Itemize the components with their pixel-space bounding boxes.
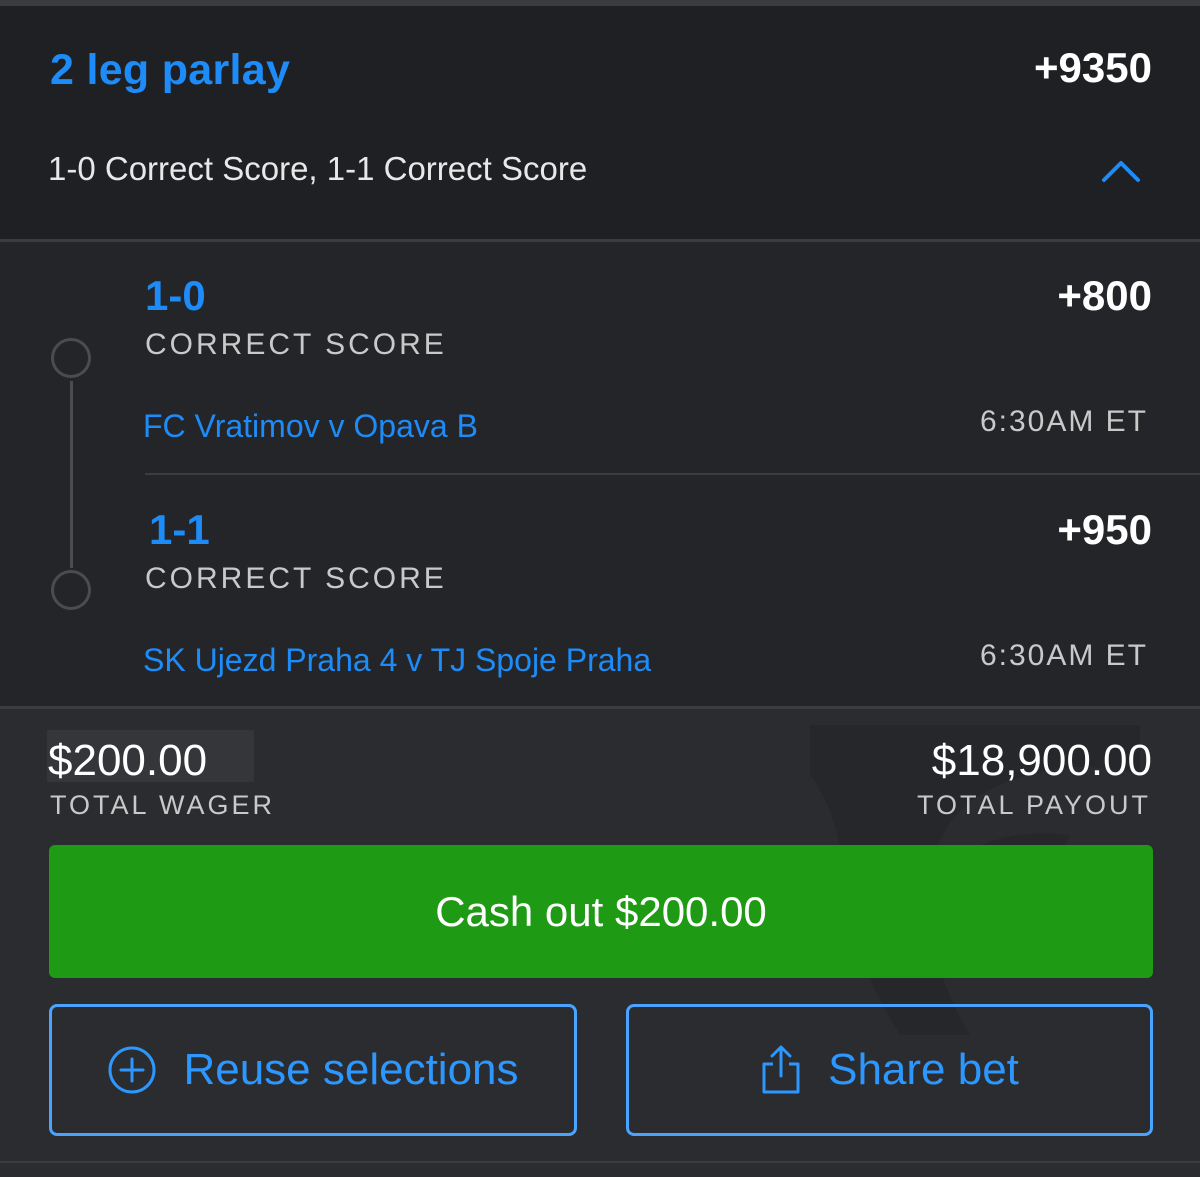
leg-1-odds: +800 <box>1057 272 1152 319</box>
leg-1-selection: 1-0 <box>145 272 206 319</box>
cash-out-label: Cash out $200.00 <box>435 887 767 935</box>
cash-out-button[interactable]: Cash out $200.00 <box>49 845 1153 978</box>
leg-node-icon <box>51 338 91 378</box>
leg-2-market: CORRECT SCORE <box>145 562 447 595</box>
reuse-selections-button[interactable]: Reuse selections <box>49 1004 577 1136</box>
leg-1-time: 6:30AM ET <box>979 405 1148 438</box>
leg-divider <box>145 473 1200 475</box>
share-bet-button[interactable]: Share bet <box>626 1004 1153 1136</box>
leg-1-event-link[interactable]: FC Vratimov v Opava B <box>143 408 478 445</box>
chevron-up-icon[interactable] <box>1098 150 1144 190</box>
leg-1-market: CORRECT SCORE <box>145 328 447 361</box>
total-payout-label: TOTAL PAYOUT <box>916 790 1151 820</box>
total-wager-amount: $200.00 <box>48 736 208 785</box>
bottom-divider <box>0 1161 1200 1163</box>
reuse-selections-label: Reuse selections <box>183 1045 519 1094</box>
plus-circle-icon <box>107 1045 157 1095</box>
total-wager-label: TOTAL WAGER <box>50 790 276 820</box>
leg-2-odds: +950 <box>1057 506 1152 553</box>
share-bet-label: Share bet <box>828 1045 1019 1094</box>
leg-2-time: 6:30AM ET <box>979 639 1148 672</box>
share-icon <box>760 1044 802 1096</box>
leg-connector-line <box>70 381 73 568</box>
bet-card-header[interactable] <box>0 6 1200 240</box>
parlay-title: 2 leg parlay <box>50 46 291 94</box>
leg-2-selection: 1-1 <box>149 506 210 553</box>
parlay-odds: +9350 <box>1034 44 1152 91</box>
footer-divider <box>0 706 1200 709</box>
total-payout-amount: $18,900.00 <box>931 736 1152 785</box>
parlay-summary: 1-0 Correct Score, 1-1 Correct Score <box>48 150 588 187</box>
leg-2-event-link[interactable]: SK Ujezd Praha 4 v TJ Spoje Praha <box>143 642 651 679</box>
leg-node-icon <box>51 570 91 610</box>
